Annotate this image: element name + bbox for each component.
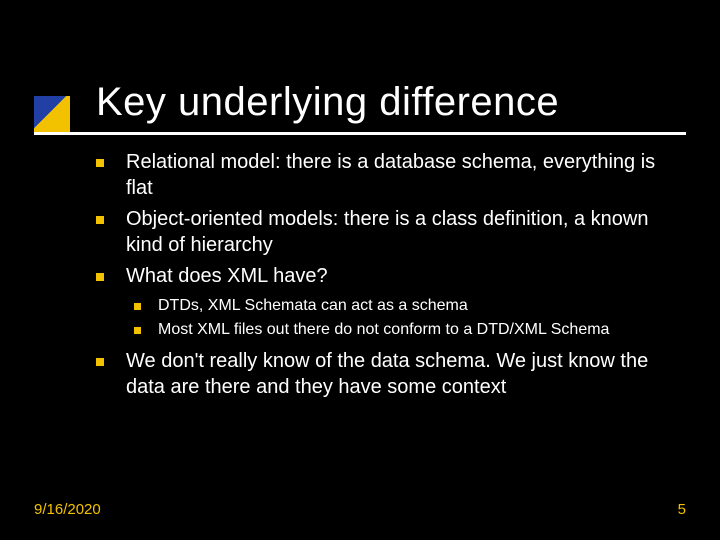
footer-date: 9/16/2020 <box>34 501 101 518</box>
bullet-l1: Object-oriented models: there is a class… <box>96 207 684 258</box>
sublist: DTDs, XML Schemata can act as a schema M… <box>134 296 684 341</box>
bullet-text: Most XML files out there do not conform … <box>158 321 609 338</box>
bullet-l1: What does XML have? <box>96 264 684 290</box>
bullet-text: Relational model: there is a database sc… <box>126 151 655 199</box>
square-bullet-icon <box>96 273 104 281</box>
bullet-text: DTDs, XML Schemata can act as a schema <box>158 297 468 314</box>
footer: 9/16/2020 5 <box>34 501 686 518</box>
bullet-l2: Most XML files out there do not conform … <box>134 320 684 340</box>
slide: Key underlying difference Relational mod… <box>0 0 720 540</box>
bullet-text: We don't really know of the data schema.… <box>126 350 648 398</box>
square-bullet-icon <box>96 358 104 366</box>
bullet-text: Object-oriented models: there is a class… <box>126 208 649 256</box>
square-bullet-icon <box>134 303 141 310</box>
body: Relational model: there is a database sc… <box>96 150 684 406</box>
title-rule <box>34 132 686 135</box>
bullet-l2: DTDs, XML Schemata can act as a schema <box>134 296 684 316</box>
slide-title: Key underlying difference <box>96 80 559 125</box>
bullet-text: What does XML have? <box>126 265 328 287</box>
square-bullet-icon <box>134 327 141 334</box>
footer-page-number: 5 <box>678 501 686 518</box>
square-bullet-icon <box>96 216 104 224</box>
bullet-l1: We don't really know of the data schema.… <box>96 349 684 400</box>
bullet-l1: Relational model: there is a database sc… <box>96 150 684 201</box>
accent-square <box>34 96 70 132</box>
square-bullet-icon <box>96 159 104 167</box>
